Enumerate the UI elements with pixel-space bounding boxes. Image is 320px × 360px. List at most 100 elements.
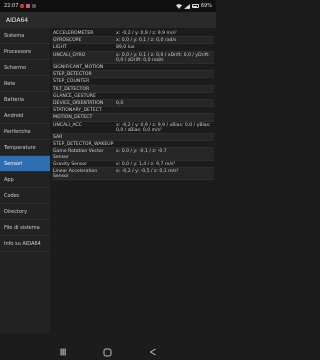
sidebar-item-label: Batteria xyxy=(4,96,24,103)
table-row[interactable]: Gravity Sensor x: 0,0 / y: 1,4 / z: 9,7 m… xyxy=(52,161,214,169)
notification-icon xyxy=(20,4,25,8)
status-time: 22:07 xyxy=(4,3,19,9)
sidebar-item-codec[interactable]: Codec xyxy=(0,188,50,204)
sidebar-item-schermo[interactable]: Schermo xyxy=(0,60,50,76)
table-row[interactable]: GYROSCOPE x: 0,0 / y: 0,1 / z: 0,0 rad/s xyxy=(52,37,214,45)
table-row[interactable]: Linear Acceleration Sensor x: -0,2 / y: -… xyxy=(52,168,214,181)
sidebar-item-label: File di sistema xyxy=(4,224,40,231)
sidebar-item-label: Rete xyxy=(4,80,16,87)
table-row[interactable]: TILT_DETECTOR xyxy=(52,85,214,93)
sensor-name: STEP_DETECTOR xyxy=(53,72,92,78)
sensor-value xyxy=(114,141,214,147)
sensor-name: GLANCE_GESTURE xyxy=(53,93,96,99)
sensor-value xyxy=(114,107,214,113)
app-title: AIDA64 xyxy=(6,16,29,24)
table-row[interactable]: Game Rotation Vector Sensor x: 0,0 / y: -… xyxy=(52,148,214,161)
app-bar: AIDA64 xyxy=(0,12,216,28)
home-button[interactable] xyxy=(103,347,113,357)
sensor-value xyxy=(114,114,214,120)
sidebar-item-info-su-aida64[interactable]: Info su AIDA64 xyxy=(0,236,50,252)
table-row[interactable]: STEP_DETECTOR xyxy=(52,71,214,79)
sidebar-item-file-di-sistema[interactable]: File di sistema xyxy=(0,220,50,236)
sensor-value xyxy=(114,134,214,140)
sensor-value: x: 0,0 / y: 0,1 / z: 0,0 / xDrift: 0,0 /… xyxy=(116,52,210,63)
recents-button[interactable] xyxy=(58,347,68,357)
status-bar: 22:07 69% xyxy=(0,0,216,12)
sensor-name: DEVICE_ORIENTATION xyxy=(53,101,104,107)
sidebar-item-processore[interactable]: Processore xyxy=(0,44,50,60)
battery-percent: 69% xyxy=(200,3,212,9)
sidebar-item-label: Android xyxy=(4,112,24,119)
sidebar-item-app[interactable]: App xyxy=(0,172,50,188)
table-row[interactable]: GLANCE_GESTURE xyxy=(52,93,214,101)
sensor-value: x: 0,0 / y: 1,4 / z: 9,7 m/s² xyxy=(116,161,176,167)
table-row[interactable]: SAR xyxy=(52,134,214,142)
sidebar-item-android[interactable]: Android xyxy=(0,108,50,124)
signal-icon xyxy=(183,3,190,9)
table-row[interactable]: DEVICE_ORIENTATION 0,0 xyxy=(52,100,214,108)
sensor-value xyxy=(114,71,214,77)
sensor-name: ACCELEROMETER xyxy=(53,31,94,36)
sensor-name: MOTION_DETECT xyxy=(53,115,93,121)
sidebar: Sistema Processore Schermo Rete Batteria Andr… xyxy=(0,28,50,333)
sensor-name: STEP_DETECTOR_WAKEUP xyxy=(53,142,114,148)
sensor-value xyxy=(114,64,214,70)
sensor-value: 89,0 lux xyxy=(116,45,135,51)
table-row[interactable]: STATIONARY_DETECT xyxy=(52,107,214,115)
sensor-name: UNCALI_ACC xyxy=(53,122,82,128)
sidebar-item-sistema[interactable]: Sistema xyxy=(0,28,50,44)
sensor-name: Linear Acceleration Sensor xyxy=(53,169,98,180)
sensor-name: STEP_COUNTER xyxy=(53,79,90,85)
sensor-value: x: 0,0 / y: 0,1 / z: 0,0 rad/s xyxy=(116,38,177,44)
sidebar-item-label: Temperature xyxy=(4,144,36,151)
recents-icon xyxy=(60,348,66,356)
status-left: 22:07 xyxy=(4,3,37,9)
sidebar-item-label: Sensori xyxy=(4,160,23,167)
sensor-value xyxy=(114,78,214,84)
table-row[interactable]: UNCALI_ACC x: -0,2 / y: 0,9 / z: 9,9 / xB… xyxy=(52,122,214,135)
sensor-name: LIGHT xyxy=(53,45,67,51)
sensor-name: TILT_DETECTOR xyxy=(53,86,90,92)
sensor-table: ACCELEROMETER x: -0,2 / y: 0,9 / z: 9,9 m… xyxy=(52,30,214,330)
table-row[interactable]: STEP_DETECTOR_WAKEUP xyxy=(52,141,214,149)
sensor-value: x: -0,2 / y: -0,5 / z: 0,1 m/s² xyxy=(116,169,179,175)
navigation-bar xyxy=(0,344,216,360)
table-row[interactable]: ACCELEROMETER x: -0,2 / y: 0,9 / z: 9,9 m… xyxy=(52,30,214,38)
sidebar-item-label: Sistema xyxy=(4,32,25,39)
sensor-name: Gravity Sensor xyxy=(53,161,87,167)
sensor-value xyxy=(114,93,214,99)
circle-home-icon xyxy=(103,348,112,356)
table-row[interactable]: SIGNIFICANT_MOTION xyxy=(52,64,214,72)
status-right: 69% xyxy=(175,3,212,9)
table-row[interactable]: MOTION_DETECT xyxy=(52,114,214,122)
sidebar-item-periferiche[interactable]: Periferiche xyxy=(0,124,50,140)
back-button[interactable] xyxy=(148,347,158,357)
sensor-name: SIGNIFICANT_MOTION xyxy=(53,65,104,71)
notification-icon xyxy=(26,4,31,8)
sidebar-item-directory[interactable]: Directory xyxy=(0,204,50,220)
battery-icon xyxy=(191,4,199,8)
table-row[interactable]: LIGHT 89,0 lux xyxy=(52,44,214,52)
sidebar-item-label: Processore xyxy=(4,48,32,55)
sensor-value: x: -0,2 / y: 0,9 / z: 9,9 / xBias: 0,0 /… xyxy=(116,122,211,133)
sensor-name: GYROSCOPE xyxy=(53,38,82,44)
wifi-icon xyxy=(175,3,182,9)
table-row[interactable]: UNCALI_GYRO x: 0,0 / y: 0,1 / z: 0,0 / xD… xyxy=(52,51,214,65)
triangle-back-icon xyxy=(149,348,157,356)
table-row[interactable]: STEP_COUNTER xyxy=(52,78,214,86)
sensor-value: 0,0 xyxy=(116,101,124,107)
sensor-name: UNCALI_GYRO xyxy=(53,52,86,58)
sidebar-item-label: App xyxy=(4,176,14,183)
sidebar-item-label: Schermo xyxy=(4,64,27,71)
sidebar-item-sensori[interactable]: Sensori xyxy=(0,156,50,172)
sidebar-item-batteria[interactable]: Batteria xyxy=(0,92,50,108)
sensor-value xyxy=(114,86,214,92)
sensor-value: x: -0,2 / y: 0,9 / z: 9,9 m/s² xyxy=(116,31,177,36)
sidebar-item-label: Codec xyxy=(4,192,20,199)
sensor-name: STATIONARY_DETECT xyxy=(53,108,102,114)
sidebar-item-label: Directory xyxy=(4,208,28,215)
notification-icon xyxy=(32,4,37,8)
sidebar-item-temperature[interactable]: Temperature xyxy=(0,140,50,156)
sensor-name: SAR xyxy=(53,135,63,141)
sidebar-item-rete[interactable]: Rete xyxy=(0,76,50,92)
